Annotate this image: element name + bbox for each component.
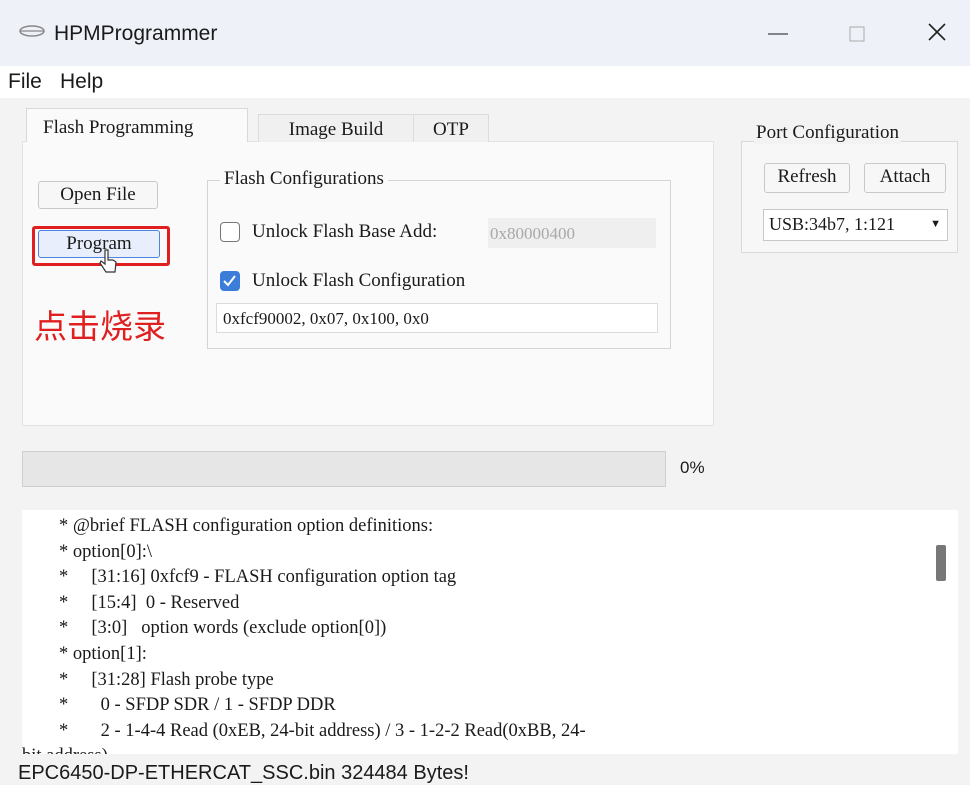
log-line: * option[1]: [22,644,147,664]
tab-flash-programming[interactable]: Flash Programming [26,108,248,142]
log-line: bit address) [22,746,108,754]
maximize-button[interactable] [832,14,882,54]
open-file-button[interactable]: Open File [38,181,158,209]
port-select-value: USB:34b7, 1:121 [769,214,896,234]
app-icon [18,24,46,43]
port-select[interactable]: USB:34b7, 1:121 ▼ [763,209,948,241]
log-line: * [31:16] 0xfcf9 - FLASH configuration o… [22,567,457,587]
minimize-button[interactable] [753,14,803,54]
menu-bar: File Help [0,66,970,98]
unlock-config-label: Unlock Flash Configuration [252,270,466,291]
refresh-button[interactable]: Refresh [764,163,850,193]
chevron-down-icon: ▼ [930,218,941,230]
flash-config-input[interactable]: 0xfcf90002, 0x07, 0x100, 0x0 [216,303,658,333]
title-bar: HPMProgrammer [0,0,970,66]
log-line: * @brief FLASH configuration option defi… [22,516,434,536]
program-annotation: 点击烧录 [34,307,166,346]
tab-otp[interactable]: OTP [413,114,489,142]
check-icon [223,275,236,287]
log-output[interactable]: * @brief FLASH configuration option defi… [22,510,958,754]
status-text: EPC6450-DP-ETHERCAT_SSC.bin 324484 Bytes… [18,762,469,784]
cursor-icon [98,248,118,279]
log-scrollbar-thumb[interactable] [936,545,946,581]
progress-percent: 0% [680,458,705,477]
log-line: * [3:0] option words (exclude option[0]) [22,618,387,638]
close-button[interactable] [912,14,962,54]
menu-file[interactable]: File [8,70,42,94]
log-line: * option[0]:\ [22,542,153,562]
log-line: * [31:28] Flash probe type [22,670,274,690]
unlock-base-checkbox[interactable] [220,222,240,242]
log-line: * 2 - 1-4-4 Read (0xEB, 24-bit address) … [22,721,586,741]
log-line: * [15:4] 0 - Reserved [22,593,240,613]
close-icon [928,22,946,46]
progress-bar [22,451,666,487]
tab-image-build[interactable]: Image Build [258,114,414,142]
menu-help[interactable]: Help [60,70,103,94]
port-configuration-title: Port Configuration [754,122,902,144]
attach-button[interactable]: Attach [864,163,946,193]
group-title: Flash Configurations [220,168,388,190]
base-address-field[interactable]: 0x80000400 [488,218,656,248]
log-line: * 0 - SFDP SDR / 1 - SFDP DDR [22,695,336,715]
window-title: HPMProgrammer [54,22,218,45]
unlock-base-label: Unlock Flash Base Add: [252,221,438,242]
unlock-config-checkbox[interactable] [220,271,240,291]
